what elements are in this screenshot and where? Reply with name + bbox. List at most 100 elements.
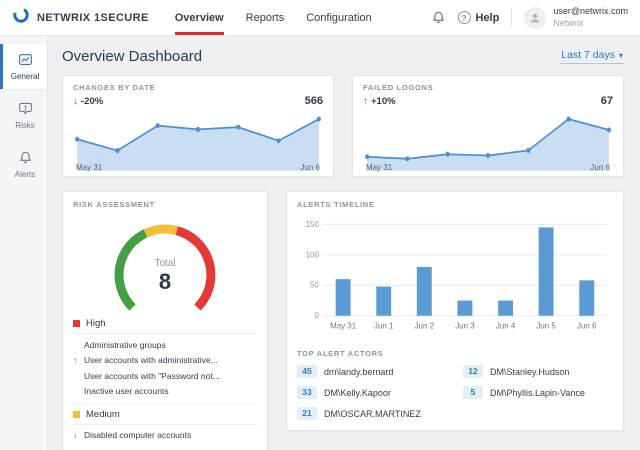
alert-count-badge: 12 <box>463 365 483 378</box>
svg-text:150: 150 <box>306 220 320 229</box>
nav-item-overview[interactable]: Overview <box>175 0 224 35</box>
risk-metric-label: Inactive user accounts <box>84 386 169 396</box>
svg-text:Total: Total <box>154 258 175 269</box>
question-mark-icon: ? <box>458 11 471 24</box>
svg-text:50: 50 <box>310 281 319 290</box>
alert-actor-row: 12 DM\Stanley.Hudson <box>463 365 613 378</box>
svg-text:Jun 5: Jun 5 <box>536 322 556 331</box>
header-right: ? Help user@netwrix.com Netwrix <box>431 0 629 35</box>
alert-actor-name: DM\Phyllis.Lapin-Vance <box>490 388 585 398</box>
trend-value: -20% <box>81 96 103 107</box>
user-avatar-icon <box>524 7 546 29</box>
risks-exclamation-icon <box>18 101 33 118</box>
page-head: Overview Dashboard Last 7 days ▾ <box>62 48 624 65</box>
svg-text:8: 8 <box>159 269 171 294</box>
trend-up-icon: ↑ <box>73 355 77 366</box>
help-label: Help <box>476 12 500 24</box>
user-org: Netwrix <box>553 18 628 29</box>
alert-actor-name: dm\landy.bernard <box>324 367 393 377</box>
card-title: RISK ASSESSMENT <box>73 200 257 209</box>
risk-metric-label: User accounts with administrative... <box>84 355 218 365</box>
risk-assessment-card: RISK ASSESSMENT Total8 High Administrativ… <box>62 191 268 450</box>
main-content: Overview Dashboard Last 7 days ▾ CHANGES… <box>48 36 640 450</box>
svg-text:Jun 1: Jun 1 <box>374 322 394 331</box>
changes-area-chart: May 31 Jun 6 <box>73 109 323 172</box>
alert-count-badge: 45 <box>297 365 317 378</box>
sidebar-item-alerts[interactable]: Alerts <box>0 142 47 187</box>
trend-up-icon: ↑ <box>363 96 368 107</box>
x-start-label: May 31 <box>76 163 102 172</box>
x-start-label: May 31 <box>366 163 392 172</box>
risk-level-medium: Medium <box>73 404 257 424</box>
risk-level-color-swatch <box>73 411 80 418</box>
svg-text:Jun 6: Jun 6 <box>577 322 597 331</box>
general-dashboard-icon <box>18 52 33 69</box>
alert-actor-name: DM\Stanley.Hudson <box>490 367 569 377</box>
trend-value: +10% <box>371 96 396 107</box>
nav-item-configuration[interactable]: Configuration <box>306 0 371 35</box>
top-header: NETWRIX 1SECURE Overview Reports Configura… <box>0 0 640 36</box>
logons-area-chart: May 31 Jun 6 <box>363 109 613 172</box>
notifications-bell-icon[interactable] <box>431 10 446 25</box>
user-menu[interactable]: user@netwrix.com Netwrix <box>524 6 628 29</box>
brand-name: NETWRIX 1SECURE <box>37 12 149 24</box>
sidebar-item-risks[interactable]: Risks <box>0 93 47 138</box>
risk-metric-label: Administrative groups <box>84 340 166 350</box>
risk-list: High Administrative groups ↑ User accounts … <box>73 313 257 446</box>
alerts-bell-icon <box>18 150 33 167</box>
risk-metric-item[interactable]: User accounts with "Password not... <box>73 368 257 384</box>
latest-value: 566 <box>305 95 323 107</box>
top-cards-row: CHANGES BY DATE ↓ -20% 566 May 31 Jun 6 <box>62 75 624 177</box>
trend-down-icon: ↓ <box>73 96 78 107</box>
risk-level-label: Medium <box>86 409 120 420</box>
date-range-select[interactable]: Last 7 days ▾ <box>560 49 624 64</box>
help-button[interactable]: ? Help <box>458 11 500 24</box>
bottom-cards-row: RISK ASSESSMENT Total8 High Administrativ… <box>62 191 624 450</box>
alert-count-badge: 21 <box>297 407 317 420</box>
alert-actor-row: 21 DM\OSCAR.MARTINEZ <box>297 407 447 420</box>
top-alert-actors: 45 dm\landy.bernard 33DM\Kelly.Kapoor 21 DM\… <box>297 365 613 420</box>
card-title: ALERTS TIMELINE <box>297 200 613 209</box>
netwrix-logo-icon <box>12 6 30 29</box>
svg-text:Jun 4: Jun 4 <box>496 322 516 331</box>
top-alert-actors-title: TOP ALERT ACTORS <box>297 349 613 358</box>
risk-metric-item[interactable]: Inactive user accounts <box>73 384 257 400</box>
alerts-timeline-card: ALERTS TIMELINE 050100150May 31Jun 1Jun … <box>286 191 624 431</box>
alert-actor-name: DM\OSCAR.MARTINEZ <box>324 409 421 419</box>
risk-metric-item[interactable]: ↑ User accounts with administrative... <box>73 353 257 369</box>
latest-value: 67 <box>601 95 613 107</box>
failed-logons-card: FAILED LOGONS ↑ +10% 67 May 31 Jun 6 <box>352 75 624 177</box>
sidebar-item-general[interactable]: General <box>0 44 47 89</box>
x-axis-labels: May 31 Jun 6 <box>76 163 320 172</box>
actors-column-2: 12 DM\Stanley.Hudson 5 DM\Phyllis.Lapin-Van… <box>463 365 613 420</box>
risk-metric-label: User accounts with "Password not... <box>84 371 220 381</box>
changes-by-date-card: CHANGES BY DATE ↓ -20% 566 May 31 Jun 6 <box>62 75 334 177</box>
risk-level-color-swatch <box>73 320 80 327</box>
svg-text:100: 100 <box>306 250 320 259</box>
date-range-label: Last 7 days <box>561 49 615 61</box>
netwrix-1secure-app: NETWRIX 1SECURE Overview Reports Configura… <box>0 0 640 450</box>
alert-count-badge: 5 <box>463 386 483 399</box>
page-title: Overview Dashboard <box>62 48 202 65</box>
sidebar-item-label: Risks <box>15 121 35 130</box>
risk-level-high: High <box>73 313 257 333</box>
card-title: FAILED LOGONS <box>363 83 613 92</box>
risk-level-label: High <box>86 318 106 329</box>
nav-item-reports[interactable]: Reports <box>246 0 285 35</box>
sidebar-item-label: General <box>11 72 39 81</box>
trend-row: ↑ +10% 67 <box>363 95 613 107</box>
main-nav: Overview Reports Configuration <box>175 0 372 35</box>
alert-actor-name: DM\Kelly.Kapoor <box>324 388 391 398</box>
chevron-down-icon: ▾ <box>619 51 623 60</box>
alert-actor-row: 45 dm\landy.bernard <box>297 365 447 378</box>
alerts-bar-chart: 050100150May 31Jun 1Jun 2Jun 3Jun 4Jun 5… <box>297 213 613 341</box>
svg-text:Jun 3: Jun 3 <box>455 322 475 331</box>
alert-actor-row: 33DM\Kelly.Kapoor <box>297 386 447 399</box>
trend-row: ↓ -20% 566 <box>73 95 323 107</box>
svg-text:May 31: May 31 <box>330 322 357 331</box>
x-end-label: Jun 6 <box>590 163 610 172</box>
risk-gauge: Total8 <box>73 211 257 313</box>
x-axis-labels: May 31 Jun 6 <box>366 163 610 172</box>
risk-metric-item[interactable]: Administrative groups <box>73 337 257 353</box>
risk-metric-item[interactable]: ↓Disabled computer accounts <box>73 428 257 444</box>
